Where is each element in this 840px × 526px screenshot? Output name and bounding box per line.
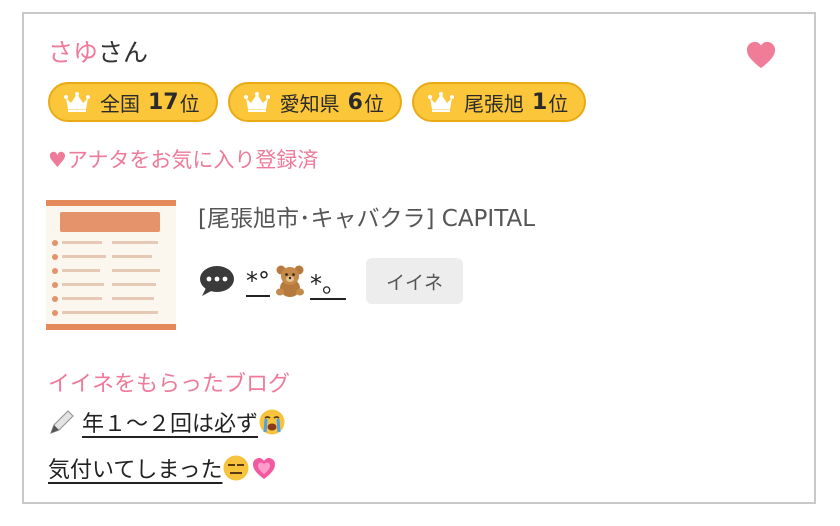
ranking-unit: 位 [363, 91, 384, 116]
ranking-number: 17 [148, 89, 179, 115]
blog-post-title: 気付いてしまった [48, 458, 223, 483]
ranking-badge-national[interactable]: 全国 17 位 [48, 82, 218, 122]
ranking-number: 1 [531, 89, 548, 115]
blog-post-link[interactable]: 年１～２回は必ず [48, 406, 286, 438]
favorite-status: ♥アナタをお気に入り登録済 [48, 148, 319, 172]
blog-thumbnail-image[interactable] [46, 200, 176, 330]
ranking-area: 愛知県 [279, 91, 340, 116]
ranking-area: 全国 [100, 91, 140, 116]
shop-label: [尾張旭市･キャバクラ] CAPITAL [198, 206, 536, 232]
profile-name: さゆさん [48, 36, 148, 70]
ranking-badge-prefecture[interactable]: 愛知県 6位 [227, 82, 402, 122]
chat-bubble-icon [200, 266, 234, 296]
blog-post-link[interactable]: 気付いてしまった [48, 452, 278, 484]
crying-emoji [259, 409, 285, 435]
heart-icon[interactable] [746, 40, 776, 70]
ranking-unit: 位 [179, 91, 200, 116]
bear-emoji [276, 265, 304, 297]
comment-text-after: *。 [310, 269, 346, 298]
ranking-badges: 全国 17 位 愛知県 6位 尾張旭 1位 [48, 82, 587, 122]
expressionless-emoji [223, 455, 249, 481]
crown-icon [64, 92, 90, 112]
crown-icon [243, 92, 270, 112]
profile-name-suffix: さん [98, 38, 149, 67]
comment-link[interactable]: *° *。 [246, 264, 346, 299]
blog-post-title: 年１～２回は必ず [82, 412, 259, 437]
profile-name-text: さゆ [48, 38, 99, 67]
comment-text-before: *° [246, 267, 270, 295]
blog-section-heading: イイネをもらったブログ [48, 372, 291, 397]
ranking-number: 6 [347, 89, 363, 115]
iine-button[interactable]: イイネ [366, 258, 464, 304]
comment-row: *° *。 イイネ [198, 258, 464, 304]
growing-heart-emoji [253, 458, 276, 479]
ranking-badge-city[interactable]: 尾張旭 1位 [411, 82, 587, 122]
crown-icon [427, 92, 454, 112]
profile-card: さゆさん 全国 17 位 愛知県 6位 尾張旭 1 位 ♥アナタをお気に入り登録… [22, 12, 816, 504]
ranking-area: 尾張旭 [463, 91, 524, 116]
pencil-emoji [49, 410, 74, 435]
ranking-unit: 位 [548, 91, 569, 116]
